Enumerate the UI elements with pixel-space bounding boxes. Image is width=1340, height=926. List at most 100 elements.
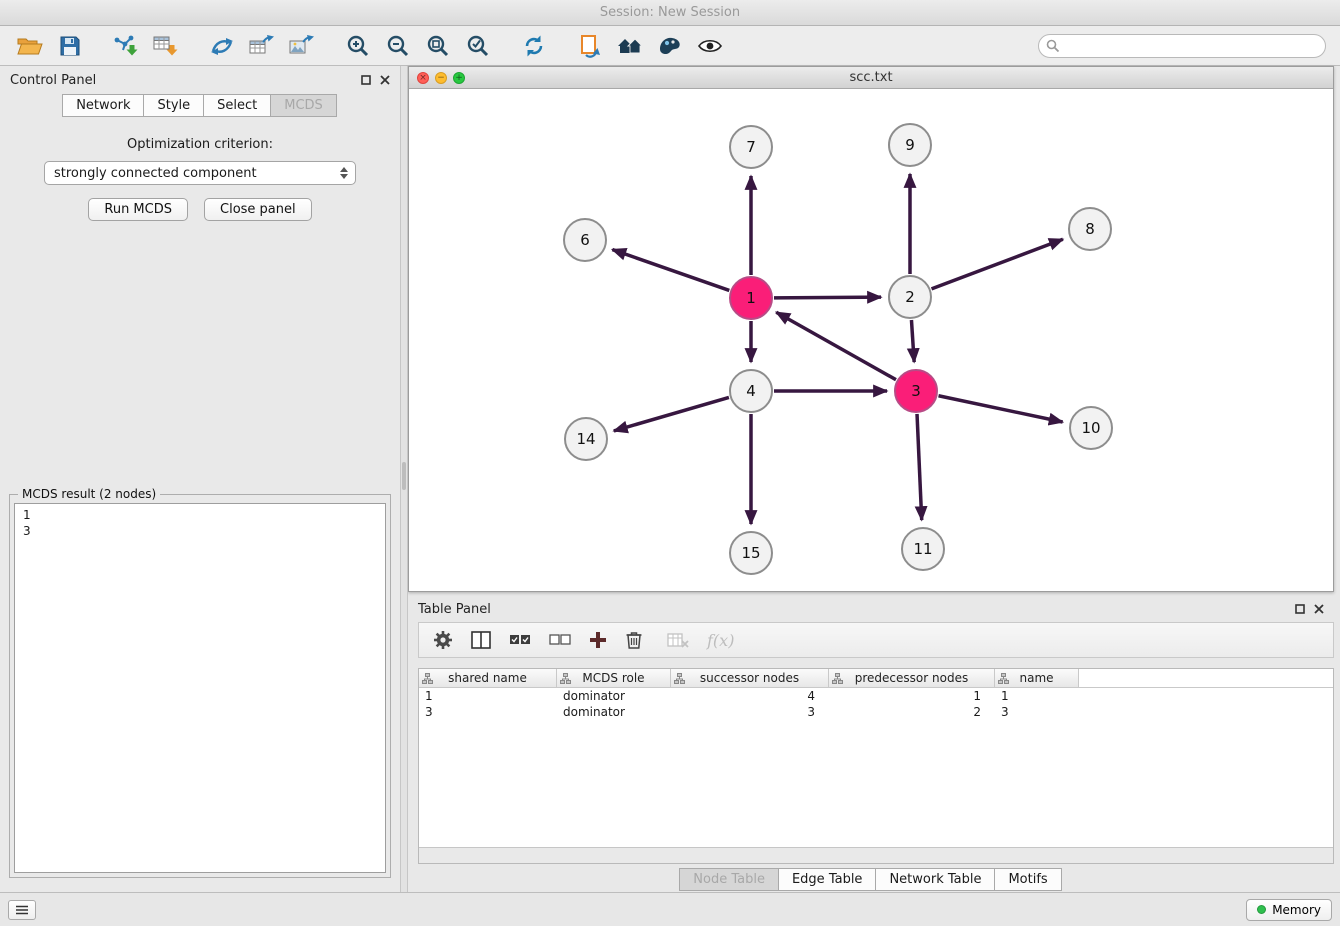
network-canvas[interactable]: 7 9 6 8 1 2 4 3 14 10 15 11 bbox=[409, 89, 1333, 591]
list-icon bbox=[15, 905, 29, 915]
table-panel-header: Table Panel bbox=[408, 596, 1334, 622]
edge-3-10[interactable] bbox=[939, 396, 1063, 422]
table-cell: 3 bbox=[419, 704, 557, 720]
show-columns-button[interactable] bbox=[471, 631, 491, 649]
run-mcds-button[interactable]: Run MCDS bbox=[88, 198, 188, 221]
status-bar: Memory bbox=[0, 892, 1340, 926]
home-button[interactable] bbox=[610, 29, 650, 63]
tab-select[interactable]: Select bbox=[203, 94, 271, 117]
search-input[interactable] bbox=[1038, 34, 1326, 58]
horizontal-scrollbar[interactable] bbox=[419, 847, 1333, 863]
save-floppy-icon bbox=[59, 35, 81, 57]
select-all-columns-button[interactable] bbox=[509, 633, 531, 647]
table-cell: 4 bbox=[671, 688, 829, 704]
attribute-icon bbox=[998, 673, 1009, 684]
zoom-in-icon bbox=[346, 34, 370, 58]
optimization-criterion-select[interactable]: strongly connected component bbox=[44, 161, 356, 185]
network-window: × − + scc.txt 7 9 6 8 1 2 4 3 14 10 15 11 bbox=[408, 66, 1334, 592]
splitter-grip[interactable] bbox=[402, 462, 406, 490]
node-label: 4 bbox=[746, 382, 756, 400]
close-table-panel-icon[interactable] bbox=[1314, 604, 1324, 614]
graph-node-8[interactable]: 8 bbox=[1069, 208, 1111, 250]
mcds-result-group: MCDS result (2 nodes) 13 bbox=[9, 494, 391, 878]
table-cell: 2 bbox=[829, 704, 995, 720]
unselect-all-columns-button[interactable] bbox=[549, 633, 571, 647]
tab-mcds[interactable]: MCDS bbox=[270, 94, 337, 117]
table-row[interactable]: 1dominator411 bbox=[419, 688, 1333, 704]
edge-4-14[interactable] bbox=[614, 397, 729, 430]
export-image-button[interactable] bbox=[282, 29, 322, 63]
import-network-button[interactable] bbox=[106, 29, 146, 63]
close-panel-icon[interactable] bbox=[380, 75, 390, 85]
apply-style-button[interactable] bbox=[650, 29, 690, 63]
node-label: 10 bbox=[1081, 419, 1100, 437]
column-header-mcds-role[interactable]: MCDS role bbox=[557, 669, 671, 687]
clone-document-icon bbox=[578, 34, 602, 58]
edge-1-6[interactable] bbox=[612, 250, 729, 291]
graph-node-6[interactable]: 6 bbox=[564, 219, 606, 261]
zoom-fit-button[interactable] bbox=[418, 29, 458, 63]
window-zoom-button[interactable]: + bbox=[453, 72, 465, 84]
tab-edge-table[interactable]: Edge Table bbox=[778, 868, 876, 891]
column-header-shared-name[interactable]: shared name bbox=[419, 669, 557, 687]
show-graphics-details-button[interactable] bbox=[690, 29, 730, 63]
tab-network[interactable]: Network bbox=[62, 94, 144, 117]
open-session-button[interactable] bbox=[10, 29, 50, 63]
edge-1-2[interactable] bbox=[774, 297, 881, 298]
table-settings-button[interactable] bbox=[433, 630, 453, 650]
zoom-in-button[interactable] bbox=[338, 29, 378, 63]
float-panel-icon[interactable] bbox=[361, 75, 371, 85]
network-graph[interactable]: 7 9 6 8 1 2 4 3 14 10 15 11 bbox=[409, 89, 1333, 590]
table-panel-tabs: Node TableEdge TableNetwork TableMotifs bbox=[408, 866, 1334, 892]
panel-splitter[interactable] bbox=[400, 66, 408, 892]
close-panel-button[interactable]: Close panel bbox=[204, 198, 312, 221]
select-chevrons-icon bbox=[340, 167, 348, 179]
clone-network-button[interactable] bbox=[570, 29, 610, 63]
refresh-button[interactable] bbox=[514, 29, 554, 63]
edge-3-11[interactable] bbox=[917, 414, 922, 520]
delete-row-button[interactable] bbox=[625, 630, 643, 650]
first-neighbors-button[interactable] bbox=[202, 29, 242, 63]
node-label: 11 bbox=[913, 540, 932, 558]
save-session-button[interactable] bbox=[50, 29, 90, 63]
edge-2-3[interactable] bbox=[911, 320, 914, 362]
add-row-button[interactable] bbox=[589, 631, 607, 649]
tab-node-table[interactable]: Node Table bbox=[679, 868, 779, 891]
graph-node-15[interactable]: 15 bbox=[730, 532, 772, 574]
graph-node-4[interactable]: 4 bbox=[730, 370, 772, 412]
graph-node-1[interactable]: 1 bbox=[730, 277, 772, 319]
zoom-selected-button[interactable] bbox=[458, 29, 498, 63]
edge-2-8[interactable] bbox=[932, 239, 1063, 289]
memory-button[interactable]: Memory bbox=[1246, 899, 1332, 921]
task-history-button[interactable] bbox=[8, 900, 36, 920]
edge-3-1[interactable] bbox=[776, 312, 896, 379]
graph-node-11[interactable]: 11 bbox=[902, 528, 944, 570]
graph-node-2[interactable]: 2 bbox=[889, 276, 931, 318]
attribute-icon bbox=[832, 673, 843, 684]
table-cell: 3 bbox=[671, 704, 829, 720]
node-label: 6 bbox=[580, 231, 590, 249]
tab-motifs[interactable]: Motifs bbox=[994, 868, 1061, 891]
graph-node-7[interactable]: 7 bbox=[730, 126, 772, 168]
tab-style[interactable]: Style bbox=[143, 94, 204, 117]
column-header-successor-nodes[interactable]: successor nodes bbox=[671, 669, 829, 687]
window-minimize-button[interactable]: − bbox=[435, 72, 447, 84]
tab-network-table[interactable]: Network Table bbox=[875, 868, 995, 891]
column-header-predecessor-nodes[interactable]: predecessor nodes bbox=[829, 669, 995, 687]
column-header-name[interactable]: name bbox=[995, 669, 1079, 687]
import-table-button[interactable] bbox=[146, 29, 186, 63]
float-table-panel-icon[interactable] bbox=[1295, 604, 1305, 614]
graph-node-10[interactable]: 10 bbox=[1070, 407, 1112, 449]
export-table-button[interactable] bbox=[242, 29, 282, 63]
mcds-result-line: 1 bbox=[23, 507, 377, 523]
mcds-result-list[interactable]: 13 bbox=[14, 503, 386, 873]
graph-node-3[interactable]: 3 bbox=[895, 370, 937, 412]
graph-node-14[interactable]: 14 bbox=[565, 418, 607, 460]
zoom-out-button[interactable] bbox=[378, 29, 418, 63]
graph-node-9[interactable]: 9 bbox=[889, 124, 931, 166]
network-window-titlebar[interactable]: × − + scc.txt bbox=[409, 67, 1333, 89]
window-close-button[interactable]: × bbox=[417, 72, 429, 84]
table-row[interactable]: 3dominator323 bbox=[419, 704, 1333, 720]
attribute-icon bbox=[560, 673, 571, 684]
control-panel: Control Panel NetworkStyleSelectMCDS Opt… bbox=[0, 66, 400, 892]
